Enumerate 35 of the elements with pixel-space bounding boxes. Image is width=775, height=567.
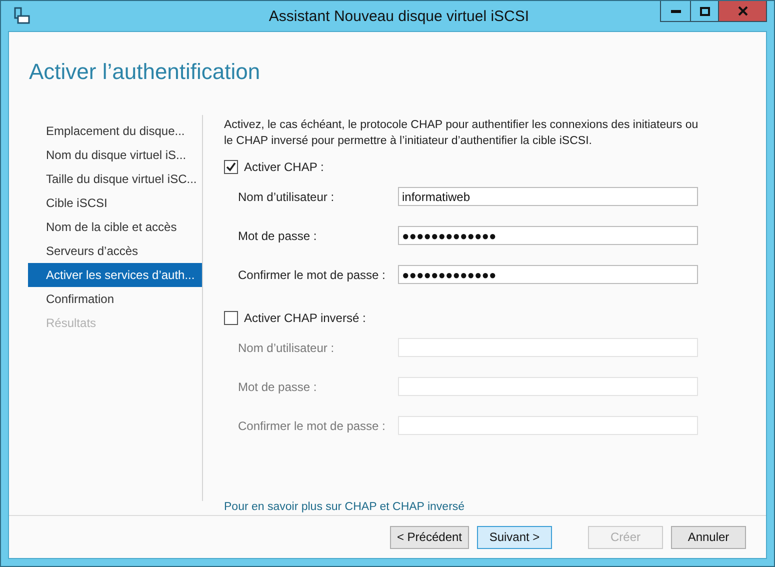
description-text: Activez, le cas échéant, le protocole CHAP pour authentifier les connexions des initiateurs ou le CHAP inversé pour permettre à l’initiateur d’authentifier la cible iSCSI.: [224, 118, 700, 149]
maximize-icon: [700, 6, 710, 16]
field-label: Nom d’utilisateur :: [238, 190, 336, 204]
step-item[interactable]: Nom du disque virtuel iS...: [28, 143, 202, 167]
input-field[interactable]: informatiweb: [398, 187, 698, 206]
input-field[interactable]: ●●●●●●●●●●●●●: [398, 265, 698, 284]
checkbox[interactable]: [224, 311, 238, 325]
step-item[interactable]: Activer les services d’auth...: [28, 263, 202, 287]
wizard-button[interactable]: Suivant >: [477, 526, 552, 548]
step-item[interactable]: Taille du disque virtuel iSC...: [28, 167, 202, 191]
minimize-button[interactable]: [660, 1, 691, 22]
step-item[interactable]: Serveurs d’accès: [28, 239, 202, 263]
window-title: Assistant Nouveau disque virtuel iSCSI: [268, 8, 530, 24]
input-field[interactable]: ●●●●●●●●●●●●●: [398, 226, 698, 245]
close-icon: [738, 6, 748, 16]
help-link[interactable]: Pour en savoir plus sur CHAP et CHAP inversé: [224, 501, 465, 513]
checkbox-label: Activer CHAP inversé :: [244, 311, 366, 325]
field-label: Confirmer le mot de passe :: [238, 268, 386, 282]
step-item[interactable]: Emplacement du disque...: [28, 119, 202, 143]
field-label: Confirmer le mot de passe :: [238, 418, 386, 432]
step-item[interactable]: Nom de la cible et accès: [28, 215, 202, 239]
minimize-icon: [670, 10, 680, 12]
field-label: Mot de passe :: [238, 228, 318, 242]
step-item[interactable]: Cible iSCSI: [28, 191, 202, 215]
checkmark-icon: [226, 162, 236, 172]
field-label: Mot de passe :: [238, 380, 318, 394]
step-item[interactable]: Confirmation: [28, 287, 202, 311]
wizard-button[interactable]: < Précédent: [390, 526, 469, 548]
wizard-button[interactable]: Annuler: [671, 526, 746, 548]
close-button[interactable]: [718, 1, 767, 22]
field-label: Nom d’utilisateur :: [238, 340, 336, 354]
checkbox-label: Activer CHAP :: [244, 160, 324, 174]
app-icon: [13, 7, 31, 25]
page-heading: Activer l’authentification: [28, 58, 262, 86]
checkbox[interactable]: [224, 160, 238, 174]
